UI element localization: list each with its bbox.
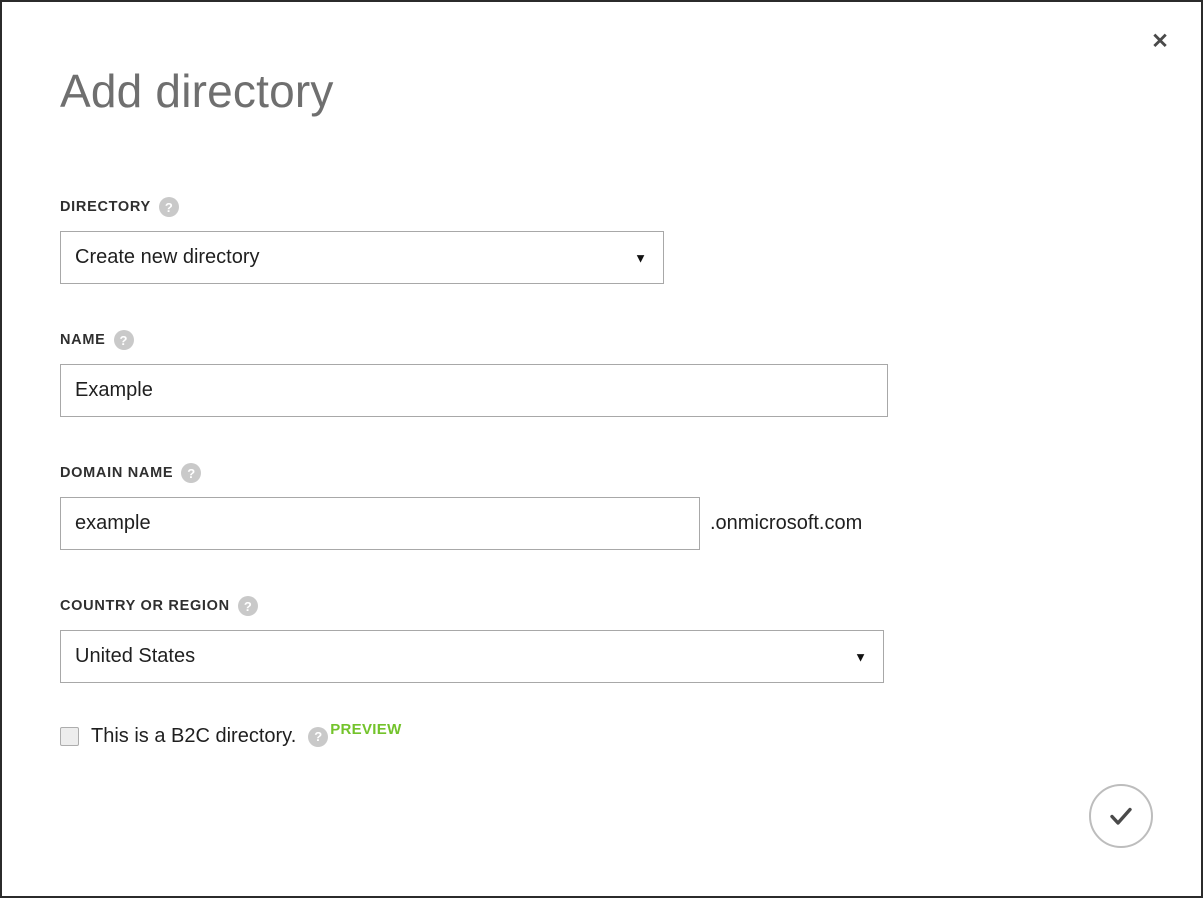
domain-name-row: example .onmicrosoft.com <box>60 497 1150 550</box>
close-icon[interactable]: ✕ <box>1147 28 1173 54</box>
field-name: NAME ? Example <box>60 330 1150 417</box>
page-title: Add directory <box>60 65 334 117</box>
directory-select[interactable]: Create new directory ▼ <box>60 231 664 284</box>
domain-name-label: DOMAIN NAME ? <box>60 463 1150 483</box>
check-button[interactable] <box>1089 784 1153 848</box>
help-icon-b2c-directory[interactable]: ? <box>308 726 329 747</box>
help-icon-directory[interactable]: ? <box>158 197 179 217</box>
preview-badge: PREVIEW <box>330 721 402 738</box>
country-or-region-select-value: United States <box>75 645 196 667</box>
b2c-directory-checkbox[interactable] <box>60 727 79 746</box>
directory-label: DIRECTORY ? <box>60 197 1150 217</box>
domain-suffix: .onmicrosoft.com <box>710 512 863 534</box>
field-country-or-region: COUNTRY OR REGION ? United States ▼ <box>60 596 1150 683</box>
b2c-directory-label: This is a B2C directory. <box>91 725 297 747</box>
help-icon-country-or-region[interactable]: ? <box>237 596 258 616</box>
b2c-directory-row: This is a B2C directory. ? PREVIEW <box>60 721 1150 748</box>
chevron-down-icon: ▼ <box>854 649 867 664</box>
name-label: NAME ? <box>60 330 1150 350</box>
chevron-down-icon: ▼ <box>634 250 647 265</box>
name-input[interactable]: Example <box>60 364 888 417</box>
country-or-region-label-text: COUNTRY OR REGION <box>60 598 230 614</box>
field-domain-name: DOMAIN NAME ? example .onmicrosoft.com <box>60 463 1150 550</box>
name-input-value: Example <box>75 379 153 401</box>
domain-name-label-text: DOMAIN NAME <box>60 465 174 481</box>
check-icon <box>1110 807 1132 825</box>
add-directory-form: DIRECTORY ? Create new directory ▼ NAME … <box>60 197 1150 748</box>
country-or-region-label: COUNTRY OR REGION ? <box>60 596 1150 616</box>
field-directory: DIRECTORY ? Create new directory ▼ <box>60 197 1150 284</box>
directory-label-text: DIRECTORY <box>60 199 151 215</box>
country-or-region-select[interactable]: United States ▼ <box>60 630 884 683</box>
directory-select-value: Create new directory <box>75 246 260 268</box>
domain-name-input-value: example <box>75 512 151 534</box>
help-icon-name[interactable]: ? <box>113 330 134 350</box>
add-directory-blade: ✕ Add directory DIRECTORY ? Create new d… <box>0 0 1203 898</box>
help-icon-domain-name[interactable]: ? <box>181 463 202 483</box>
domain-name-input[interactable]: example <box>60 497 700 550</box>
name-label-text: NAME <box>60 332 106 348</box>
